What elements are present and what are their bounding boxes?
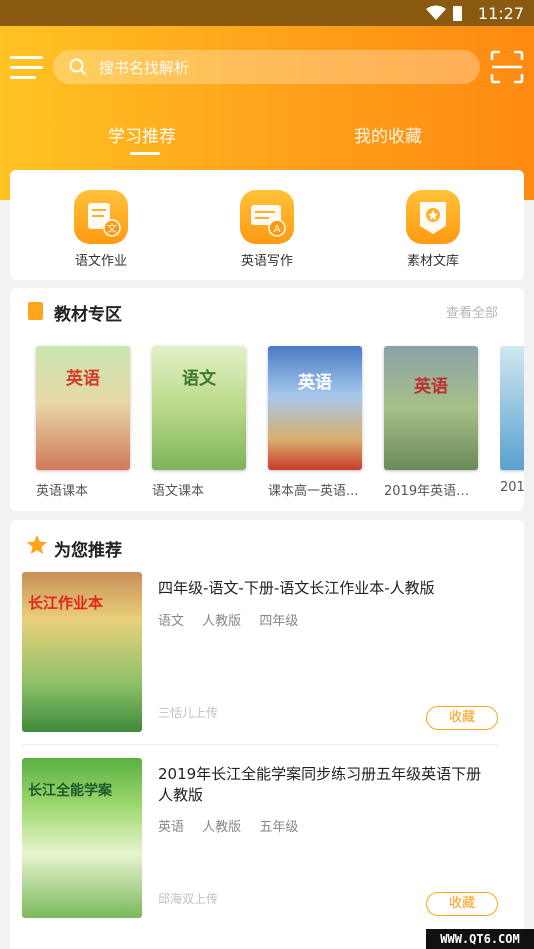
recommend-item[interactable]: 长江作业本 四年级-语文-下册-语文长江作业本-人教版 语文 人教版 四年级 三…: [22, 572, 500, 734]
book-cover: [500, 346, 524, 470]
search-input[interactable]: 搜书名找解析: [53, 50, 480, 84]
chinese-homework-icon: 文: [74, 190, 128, 244]
quick-actions-card: 文 语文作业 A 英语写作 素材文库: [10, 170, 524, 280]
uploader-text: 三恬儿上传: [158, 706, 219, 720]
textbook-item[interactable]: 英语 课本高一英语...: [268, 346, 362, 499]
search-icon: [69, 58, 87, 76]
quick-action-material-library[interactable]: 素材文库: [378, 190, 488, 269]
textbook-item[interactable]: 2019: [500, 346, 524, 495]
textbook-title: 英语课本: [36, 484, 89, 499]
star-icon: [27, 535, 47, 554]
book-cover: 长江全能学案: [22, 758, 142, 918]
divider: [22, 744, 498, 745]
favorite-button[interactable]: 收藏: [426, 892, 498, 916]
status-bar: 11:27: [0, 0, 534, 26]
section-title: 为您推荐: [54, 541, 122, 561]
wifi-icon: [426, 5, 446, 20]
textbook-item[interactable]: 英语 英语课本: [36, 346, 130, 499]
recommend-section: 为您推荐 长江作业本 四年级-语文-下册-语文长江作业本-人教版 语文 人教版 …: [10, 520, 524, 949]
textbook-title: 2019年英语课...: [384, 484, 478, 499]
tab-learning-recommend[interactable]: 学习推荐: [108, 122, 176, 147]
clock: 11:27: [477, 4, 524, 23]
textbook-title: 语文课本: [152, 484, 205, 499]
textbook-title: 2019: [500, 480, 524, 495]
textbook-section: 教材专区 查看全部 英语 英语课本 语文 语文课本 英语 课本高一英语... 英…: [10, 288, 524, 511]
textbook-item[interactable]: 语文 语文课本: [152, 346, 246, 499]
book-cover: 英语: [268, 346, 362, 470]
quick-action-english-writing[interactable]: A 英语写作: [212, 190, 322, 269]
quick-action-label: 语文作业: [74, 254, 127, 269]
english-writing-icon: A: [240, 190, 294, 244]
book-cover: 语文: [152, 346, 246, 470]
scan-icon[interactable]: [490, 50, 524, 84]
watermark: WWW.QT6.COM: [426, 929, 534, 949]
textbook-title: 课本高一英语...: [268, 484, 359, 499]
recommend-title: 2019年长江全能学案同步练习册五年级英语下册人教版: [158, 765, 482, 804]
recommend-item[interactable]: 长江全能学案 2019年长江全能学案同步练习册五年级英语下册人教版 英语 人教版…: [22, 758, 500, 920]
material-library-icon: [406, 190, 460, 244]
book-cover: 英语: [384, 346, 478, 470]
battery-icon: [453, 6, 462, 21]
quick-action-label: 素材文库: [406, 254, 459, 269]
recommend-tags: 英语 人教版 五年级: [158, 820, 299, 835]
book-icon: [28, 302, 43, 320]
section-title: 教材专区: [54, 305, 122, 325]
book-cover: 长江作业本: [22, 572, 142, 732]
svg-text:A: A: [274, 224, 281, 235]
tab-my-favorites[interactable]: 我的收藏: [354, 122, 422, 147]
view-all-link[interactable]: 查看全部: [446, 302, 498, 321]
svg-text:文: 文: [107, 222, 117, 235]
search-placeholder: 搜书名找解析: [99, 59, 190, 77]
quick-action-chinese-homework[interactable]: 文 语文作业: [46, 190, 156, 269]
uploader-text: 邱海双上传: [158, 892, 219, 906]
quick-action-label: 英语写作: [240, 254, 293, 269]
recommend-title: 四年级-语文-下册-语文长江作业本-人教版: [158, 579, 435, 597]
menu-button[interactable]: [10, 54, 43, 80]
favorite-button[interactable]: 收藏: [426, 706, 498, 730]
recommend-tags: 语文 人教版 四年级: [158, 614, 299, 629]
textbook-item[interactable]: 英语 2019年英语课...: [384, 346, 478, 499]
active-tab-indicator: [130, 152, 160, 155]
book-cover: 英语: [36, 346, 130, 470]
